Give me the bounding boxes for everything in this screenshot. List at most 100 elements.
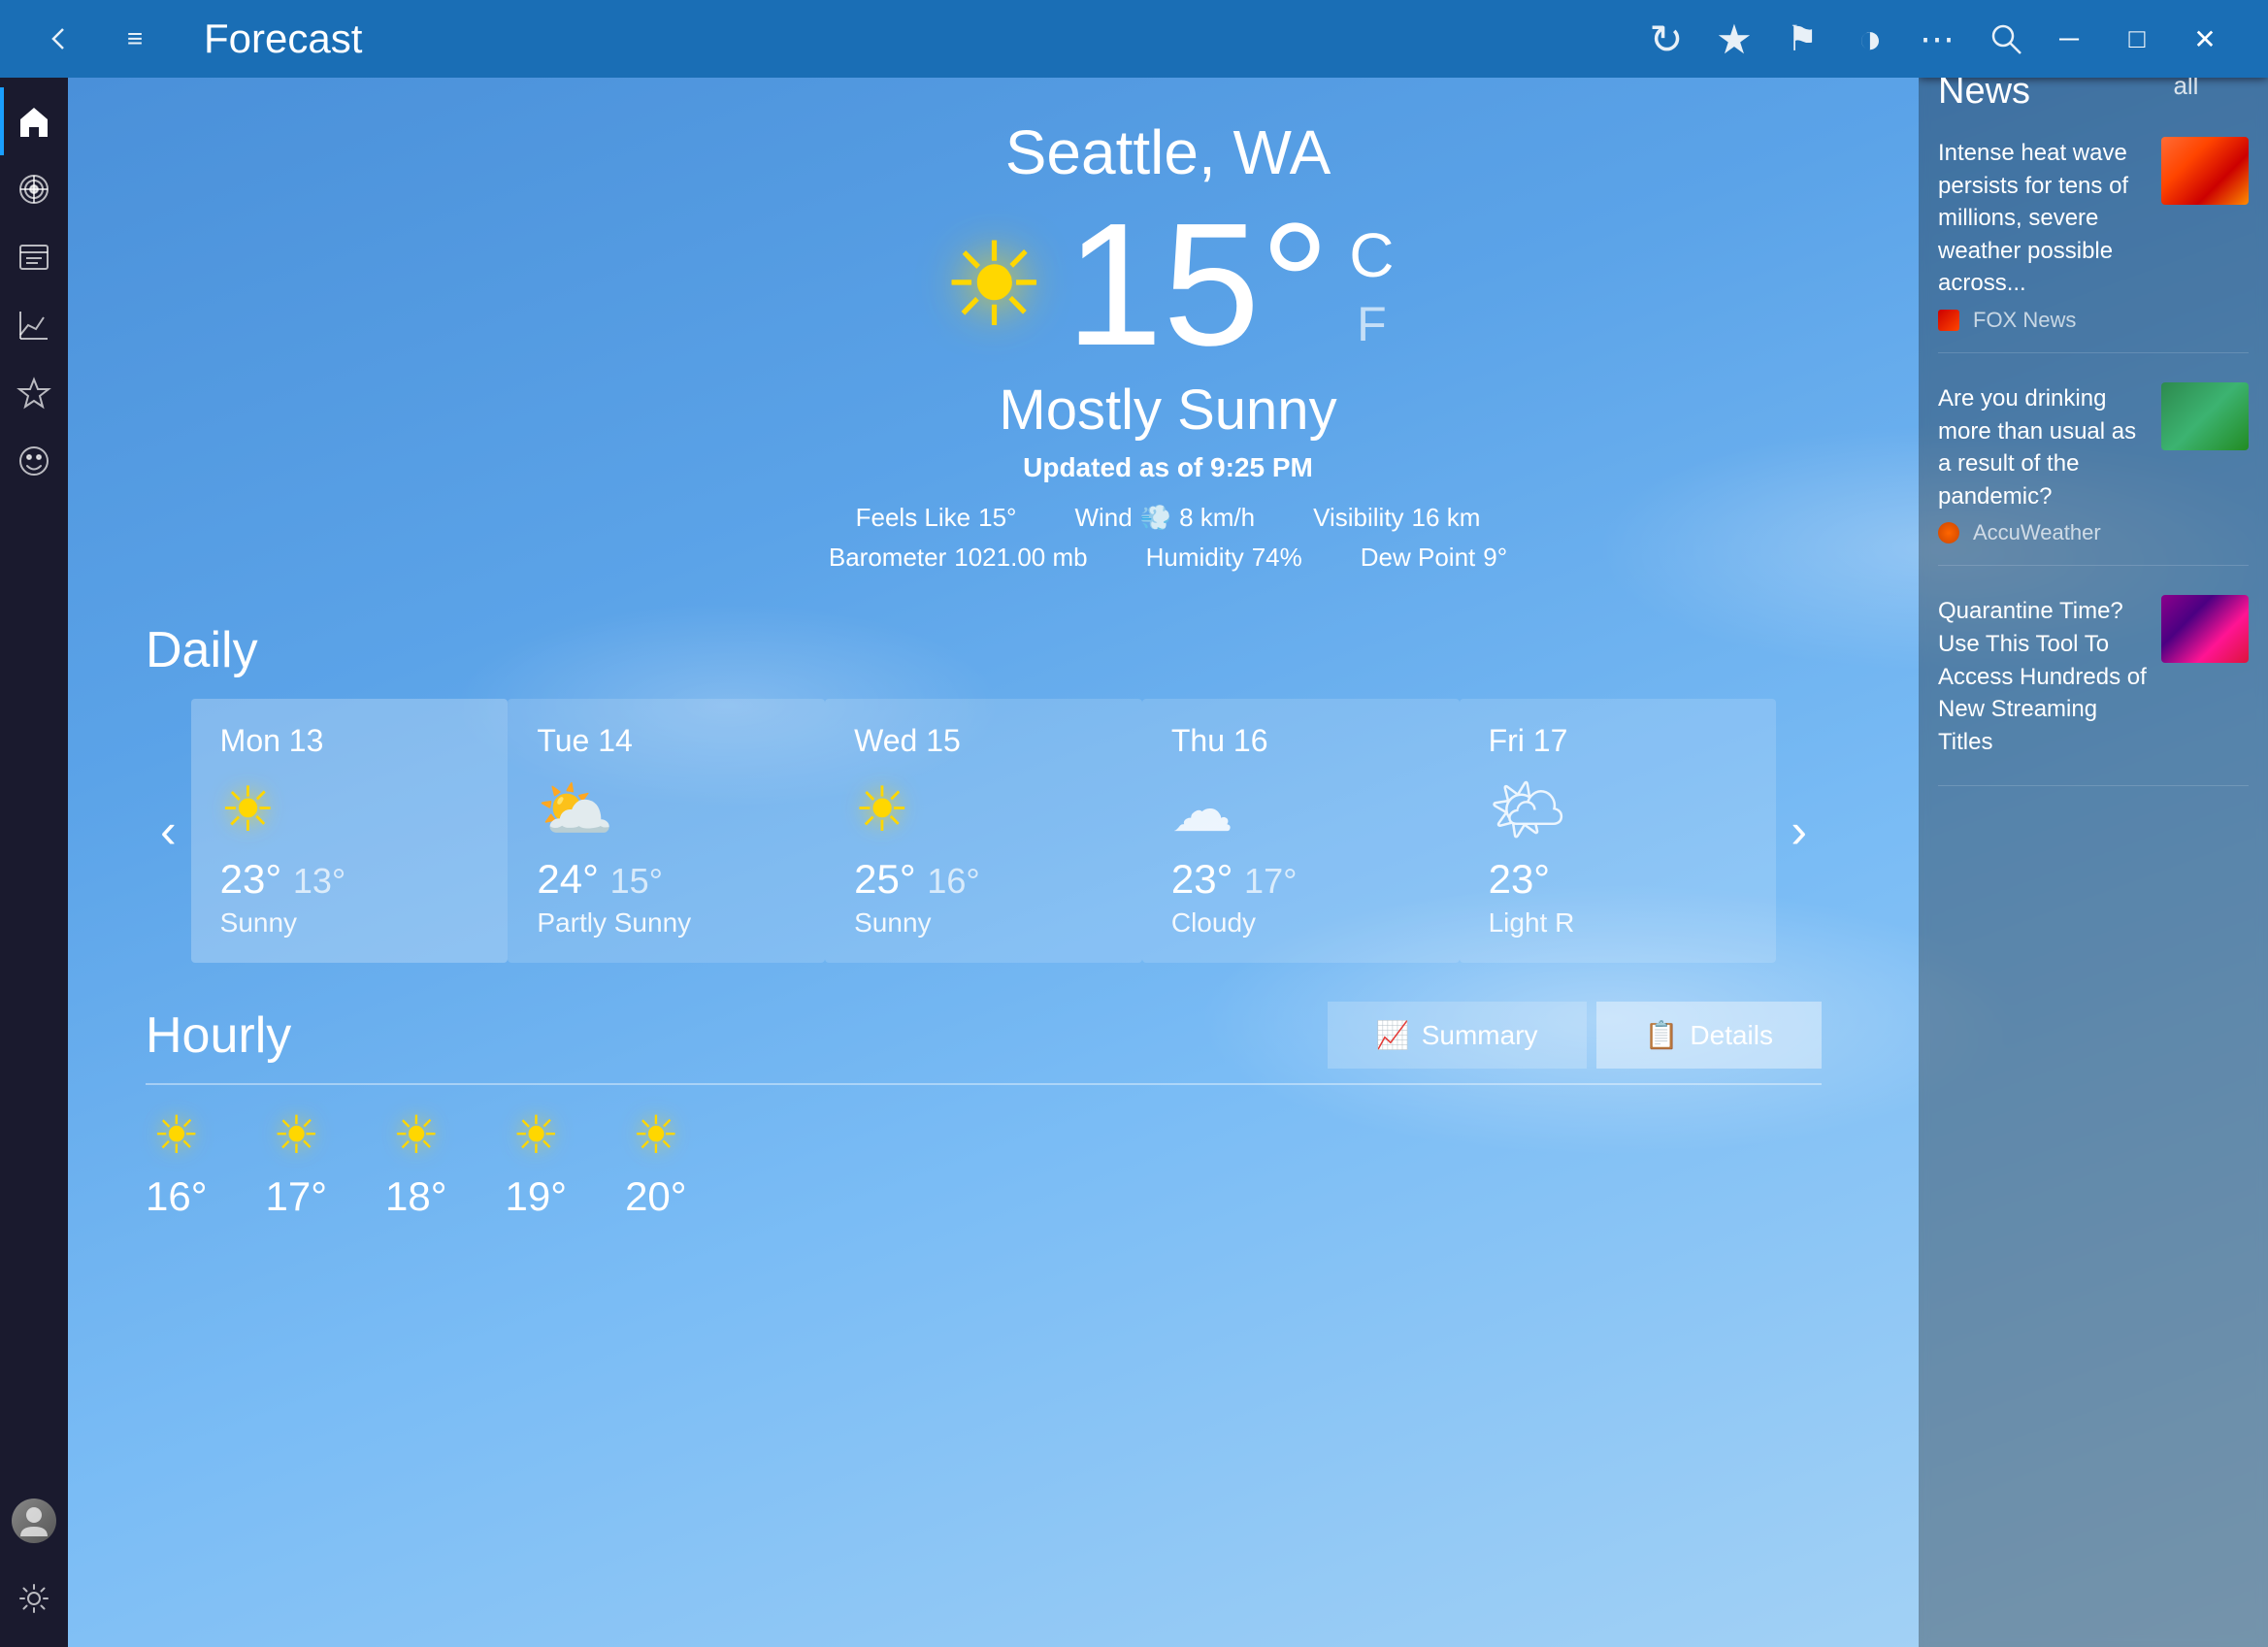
search-button[interactable] <box>1977 10 2035 68</box>
day-temps: 23° <box>1489 856 1748 903</box>
menu-button[interactable]: ≡ <box>107 10 165 68</box>
news-item[interactable]: Are you drinking more than usual as a re… <box>1938 382 2249 566</box>
night-mode-button[interactable]: ◑ <box>1841 10 1899 68</box>
hourly-temp: 20° <box>625 1173 687 1220</box>
unit-c[interactable]: C <box>1349 219 1394 291</box>
hourly-icon: ☀ <box>625 1104 687 1166</box>
sidebar-item-emoji[interactable] <box>0 427 68 495</box>
dew-point: Dew Point 9° <box>1361 543 1507 573</box>
hourly-item[interactable]: ☀ 16° <box>146 1104 208 1220</box>
sidebar-item-chart[interactable] <box>0 291 68 359</box>
day-card[interactable]: Tue 14 ⛅ 24° 15° Partly Sunny <box>508 699 825 963</box>
day-high: 24° <box>537 856 599 902</box>
next-day-button[interactable]: › <box>1776 699 1822 963</box>
favorite-button[interactable]: ★ <box>1705 10 1763 68</box>
day-card[interactable]: Fri 17 🌤 23° Light R <box>1460 699 1777 963</box>
news-item[interactable]: Intense heat wave persists for tens of m… <box>1938 137 2249 353</box>
hourly-title: Hourly <box>146 1006 291 1065</box>
wind-value: 8 km/h <box>1179 503 1255 533</box>
summary-label: Summary <box>1422 1020 1538 1051</box>
hourly-icon: ☀ <box>146 1104 208 1166</box>
sidebar-item-news[interactable] <box>0 223 68 291</box>
back-button[interactable] <box>29 10 87 68</box>
details-icon: 📋 <box>1645 1019 1679 1051</box>
daily-section: Daily ‹ Mon 13 ☀ 23° 13° Sunny Tue 14 ⛅ … <box>68 592 1899 982</box>
news-item[interactable]: Quarantine Time? Use This Tool To Access… <box>1938 595 2249 786</box>
day-condition: Partly Sunny <box>537 907 796 939</box>
feels-like: Feels Like 15° <box>856 503 1017 533</box>
pin-button[interactable]: ⚑ <box>1773 10 1831 68</box>
sidebar-item-home[interactable] <box>0 87 68 155</box>
humidity-label: Humidity <box>1146 543 1244 573</box>
close-button[interactable]: ✕ <box>2171 0 2239 78</box>
day-low: 13° <box>293 861 345 901</box>
day-icon: ☀ <box>854 774 1113 846</box>
news-text: Intense heat wave persists for tens of m… <box>1938 137 2147 333</box>
hourly-temp: 19° <box>506 1173 568 1220</box>
daily-title: Daily <box>146 621 1822 679</box>
hourly-section: Hourly 📈 Summary 📋 Details ☀ 16° ☀ 17° ☀… <box>68 982 1899 1239</box>
visibility: Visibility 16 km <box>1313 503 1480 533</box>
news-thumbnail <box>2161 137 2249 205</box>
hourly-item[interactable]: ☀ 19° <box>506 1104 568 1220</box>
sidebar <box>0 78 68 1647</box>
day-card[interactable]: Mon 13 ☀ 23° 13° Sunny <box>191 699 509 963</box>
summary-tab[interactable]: 📈 Summary <box>1328 1002 1587 1069</box>
source-name: FOX News <box>1973 308 2076 333</box>
day-name: Mon 13 <box>220 723 479 759</box>
sidebar-item-radar[interactable] <box>0 155 68 223</box>
hourly-icon: ☀ <box>506 1104 568 1166</box>
day-icon: ☀ <box>220 774 479 846</box>
hourly-item[interactable]: ☀ 18° <box>385 1104 447 1220</box>
news-text: Are you drinking more than usual as a re… <box>1938 382 2147 545</box>
day-card[interactable]: Thu 16 ☁ 23° 17° Cloudy <box>1142 699 1460 963</box>
visibility-label: Visibility <box>1313 503 1403 533</box>
maximize-button[interactable]: □ <box>2103 0 2171 78</box>
day-icon: ☁ <box>1171 774 1430 846</box>
day-condition: Sunny <box>220 907 479 939</box>
details-label: Details <box>1690 1020 1773 1051</box>
day-card[interactable]: Wed 15 ☀ 25° 16° Sunny <box>825 699 1142 963</box>
hourly-item[interactable]: ☀ 20° <box>625 1104 687 1220</box>
temp-units: C F <box>1349 219 1394 352</box>
dew-point-value: 9° <box>1483 543 1507 573</box>
day-condition: Sunny <box>854 907 1113 939</box>
temperature-value: 15° <box>1066 198 1330 373</box>
news-headline: Quarantine Time? Use This Tool To Access… <box>1938 595 2147 758</box>
day-low: 17° <box>1244 861 1297 901</box>
day-cards: Mon 13 ☀ 23° 13° Sunny Tue 14 ⛅ 24° 15° … <box>191 699 1777 963</box>
day-low: 15° <box>610 861 663 901</box>
more-button[interactable]: ⋯ <box>1909 10 1967 68</box>
daily-row: ‹ Mon 13 ☀ 23° 13° Sunny Tue 14 ⛅ 24° 15… <box>146 699 1822 963</box>
news-thumbnail <box>2161 382 2249 450</box>
day-name: Tue 14 <box>537 723 796 759</box>
unit-f[interactable]: F <box>1349 296 1394 352</box>
minimize-button[interactable]: ─ <box>2035 0 2103 78</box>
details-tab[interactable]: 📋 Details <box>1596 1002 1822 1069</box>
humidity-value: 74% <box>1252 543 1302 573</box>
sidebar-item-avatar[interactable] <box>0 1487 68 1555</box>
prev-day-button[interactable]: ‹ <box>146 699 191 963</box>
hourly-icon: ☀ <box>385 1104 447 1166</box>
day-condition: Light R <box>1489 907 1748 939</box>
day-high: 23° <box>1489 856 1551 902</box>
barometer: Barometer 1021.00 mb <box>829 543 1088 573</box>
day-high: 23° <box>220 856 282 902</box>
feels-like-label: Feels Like <box>856 503 971 533</box>
sidebar-item-favorites[interactable] <box>0 359 68 427</box>
feels-like-value: 15° <box>978 503 1016 533</box>
hourly-divider <box>146 1083 1822 1085</box>
hourly-items: ☀ 16° ☀ 17° ☀ 18° ☀ 19° ☀ 20° <box>146 1104 1822 1220</box>
humidity: Humidity 74% <box>1146 543 1302 573</box>
app-window: Seattle, WA ☀ 15° C F Mostly Sunny Updat… <box>0 78 2268 1647</box>
refresh-button[interactable]: ↻ <box>1637 10 1695 68</box>
sidebar-item-settings[interactable] <box>0 1565 68 1632</box>
hourly-temp: 16° <box>146 1173 208 1220</box>
day-high: 23° <box>1171 856 1233 902</box>
visibility-value: 16 km <box>1412 503 1481 533</box>
hourly-item[interactable]: ☀ 17° <box>266 1104 328 1220</box>
wind: Wind 💨 8 km/h <box>1074 503 1255 533</box>
day-name: Thu 16 <box>1171 723 1430 759</box>
hourly-icon: ☀ <box>266 1104 328 1166</box>
sun-icon: ☀ <box>942 218 1047 353</box>
